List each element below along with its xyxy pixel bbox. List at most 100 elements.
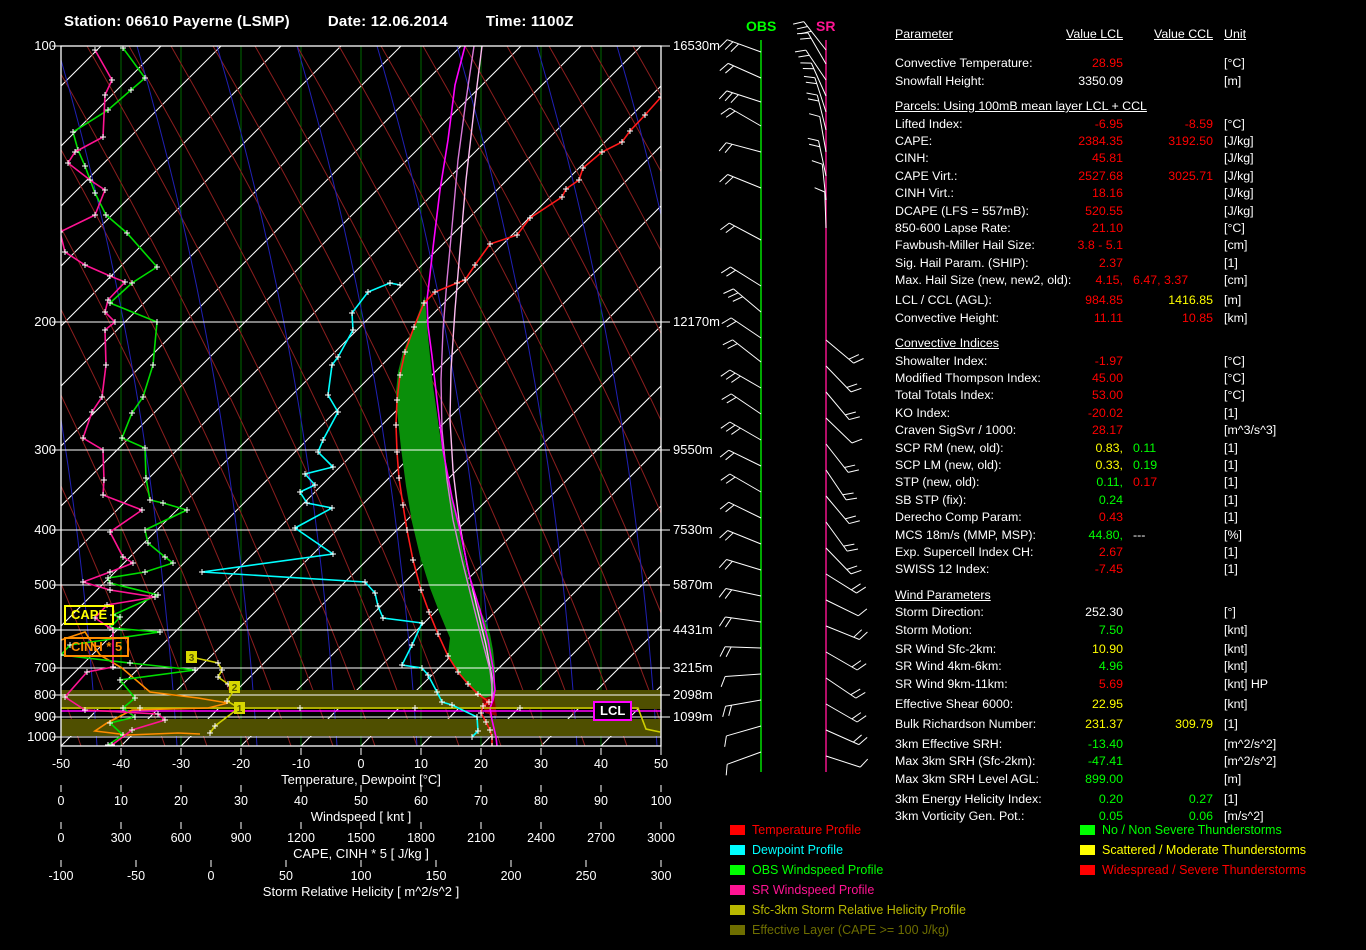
table-row: Total Totals Index:53.00[°C] (895, 387, 1355, 404)
table-row: SR Wind 9km-11km:5.69[knt] HP (895, 676, 1355, 693)
legend-swatch (1080, 865, 1095, 875)
table-row: KO Index:-20.02[1] (895, 405, 1355, 422)
table-value: -6.95 (915, 116, 1123, 133)
table-row: STP (new, old):0.11,0.17[1] (895, 474, 1355, 491)
axis-3-tick-label: 50 (279, 869, 293, 883)
table-value: 252.30 (915, 604, 1123, 621)
date-title: Date: 12.06.2014 (328, 13, 448, 30)
table-row: MCS 18m/s (MMP, MSP):44.80,---[%] (895, 527, 1355, 544)
table-value: -8.59 (1140, 116, 1213, 133)
altitude-tick-label: 2098m (673, 687, 713, 702)
sounding-app: { "title": { "station": "Station: 06610 … (0, 0, 1366, 950)
cape-profile-label: CAPE (64, 605, 114, 625)
profile-legend-item: Temperature Profile (730, 820, 1070, 840)
table-value: 21.10 (915, 220, 1123, 237)
table-value: 44.80, (915, 527, 1123, 544)
table-row-unit: [J/kg] (1224, 150, 1254, 167)
table-row-unit: [1] (1224, 492, 1238, 509)
axis-3-tick-label: 200 (501, 869, 522, 883)
table-row-unit: [°C] (1224, 387, 1245, 404)
table-row: Effective Shear 6000:22.95[knt] (895, 696, 1355, 713)
table-value: 0.27 (1140, 791, 1213, 808)
axis-2-tick-label: 1500 (347, 831, 375, 845)
table-value: 10.90 (915, 641, 1123, 658)
sr-wind-column-label: SR (816, 18, 835, 34)
axis-2-tick-label: 0 (58, 831, 65, 845)
table-row: Max 3km SRH (Sfc-2km):-47.41[m^2/s^2] (895, 753, 1355, 770)
pressure-tick-label: 500 (22, 577, 56, 592)
axis-0-tick-label: 50 (654, 757, 668, 771)
table-row: Craven SigSvr / 1000:28.17[m^3/s^3] (895, 422, 1355, 439)
axis-3-tick-label: 300 (651, 869, 672, 883)
table-row-unit: [1] (1224, 791, 1238, 808)
axis-1-tick-label: 100 (651, 794, 672, 808)
axis-0-tick-label: 30 (534, 757, 548, 771)
table-row: Fawbush-Miller Hail Size:3.8 - 5.1[cm] (895, 237, 1355, 254)
table-row-unit: [%] (1224, 527, 1242, 544)
table-row-unit: [knt] (1224, 641, 1247, 658)
altitude-tick-label: 12170m (673, 314, 720, 329)
table-row: Storm Motion:7.50[knt] (895, 622, 1355, 639)
table-value: 309.79 (1140, 716, 1213, 733)
axis-2-tick-label: 2100 (467, 831, 495, 845)
table-value: 520.55 (915, 203, 1123, 220)
table-header: Value LCL (1020, 26, 1123, 43)
table-row-unit: [°C] (1224, 116, 1245, 133)
axis-0-tick-label: 0 (358, 757, 365, 771)
table-value: 231.37 (915, 716, 1123, 733)
table-row-unit: [1] (1224, 544, 1238, 561)
table-row: Sig. Hail Param. (SHIP):2.37[1] (895, 255, 1355, 272)
legend-swatch (730, 865, 745, 875)
axis-3-tick-label: 250 (576, 869, 597, 883)
svg-text:3: 3 (189, 653, 195, 664)
axis-3-tick-label: 0 (208, 869, 215, 883)
table-row: Max. Hail Size (new, new2, old):4.15,6.4… (895, 272, 1355, 289)
axis-0-tick-label: -30 (172, 757, 190, 771)
table-row: SR Wind 4km-6km:4.96[knt] (895, 658, 1355, 675)
table-value: 2.67 (915, 544, 1123, 561)
table-value: 984.85 (915, 292, 1123, 309)
severity-legend-item: No / Non Severe Thunderstorms (1080, 820, 1366, 840)
axis-1-tick-label: 0 (58, 794, 65, 808)
table-value: 3192.50 (1140, 133, 1213, 150)
table-row-unit: [1] (1224, 457, 1238, 474)
table-section-row: Wind Parameters (895, 587, 1355, 604)
axis-2-tick-label: 300 (111, 831, 132, 845)
table-row-unit: [m] (1224, 292, 1241, 309)
table-value: 0.11 (1133, 440, 1156, 457)
legend-swatch (730, 925, 745, 935)
profile-legend-item: Sfc-3km Storm Relative Helicity Profile (730, 900, 1070, 920)
legend-label: Effective Layer (CAPE >= 100 J/kg) (752, 920, 949, 940)
axis-0-tick-label: -50 (52, 757, 70, 771)
axis-1-tick-label: 20 (174, 794, 188, 808)
axis-0-tick-label: 10 (414, 757, 428, 771)
table-value: 1416.85 (1140, 292, 1213, 309)
profile-legend-item: Dewpoint Profile (730, 840, 1070, 860)
table-value: 6.47, 3.37 (1133, 272, 1188, 289)
table-row-unit: [°C] (1224, 353, 1245, 370)
table-value: -13.40 (915, 736, 1123, 753)
table-row: Lifted Index:-6.95-8.59[°C] (895, 116, 1355, 133)
axis-1-tick-label: 70 (474, 794, 488, 808)
legend-swatch (730, 905, 745, 915)
legend-label: No / Non Severe Thunderstorms (1102, 820, 1282, 840)
table-value: 4.96 (915, 658, 1123, 675)
table-value: 899.00 (915, 771, 1123, 788)
table-value: 0.19 (1133, 457, 1157, 474)
table-value: 11.11 (915, 310, 1123, 327)
table-value: 3350.09 (915, 73, 1123, 90)
axis-2-tick-label: 2400 (527, 831, 555, 845)
table-value: 0.11, (915, 474, 1123, 491)
pressure-tick-label: 200 (22, 314, 56, 329)
severity-legend-item: Scattered / Moderate Thunderstorms (1080, 840, 1366, 860)
table-row-unit: [knt] (1224, 622, 1247, 639)
table-row-unit: [1] (1224, 716, 1238, 733)
table-section-title: Convective Indices (895, 335, 999, 352)
table-value: 22.95 (915, 696, 1123, 713)
axis-2-tick-label: 3000 (647, 831, 675, 845)
table-row-unit: [°C] (1224, 220, 1245, 237)
axis-2-tick-label: 2700 (587, 831, 615, 845)
legend-label: Dewpoint Profile (752, 840, 843, 860)
legend-swatch (1080, 825, 1095, 835)
legend-label: Scattered / Moderate Thunderstorms (1102, 840, 1306, 860)
